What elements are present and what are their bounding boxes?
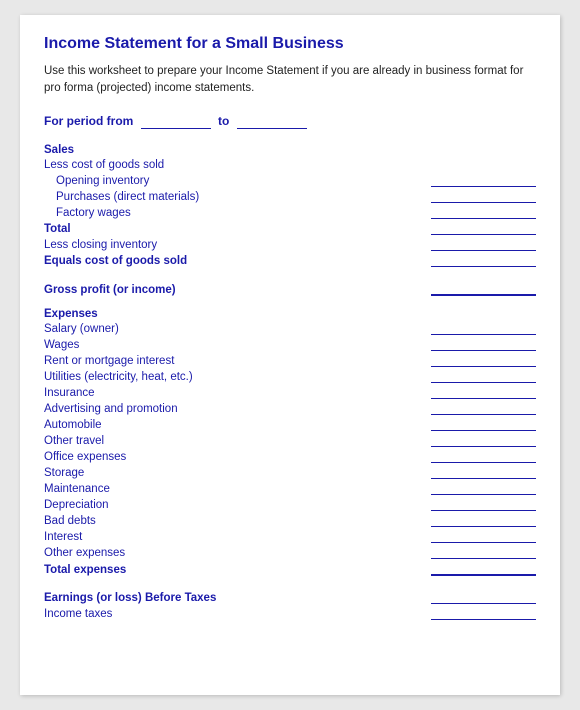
other-expenses-row: Other expenses <box>44 545 536 561</box>
gross-profit-label: Gross profit (or income) <box>44 284 426 296</box>
less-closing-row: Less closing inventory <box>44 237 536 253</box>
period-to-field[interactable] <box>237 114 307 129</box>
depreciation-label: Depreciation <box>44 499 426 511</box>
description: Use this worksheet to prepare your Incom… <box>44 63 536 98</box>
equals-cost-field[interactable] <box>431 254 536 267</box>
salary-label: Salary (owner) <box>44 323 426 335</box>
period-to-label: to <box>218 114 229 128</box>
period-from-label: For period from <box>44 114 133 128</box>
insurance-row: Insurance <box>44 385 536 401</box>
expenses-header: Expenses <box>44 306 536 321</box>
other-travel-row: Other travel <box>44 433 536 449</box>
interest-label: Interest <box>44 531 426 543</box>
storage-label: Storage <box>44 467 426 479</box>
expenses-section: Salary (owner) Wages Rent or mortgage in… <box>44 321 536 578</box>
earnings-label: Earnings (or loss) Before Taxes <box>44 592 426 604</box>
purchases-row: Purchases (direct materials) <box>44 189 536 205</box>
purchases-field[interactable] <box>431 190 536 203</box>
sales-row: Sales <box>44 143 536 158</box>
advertising-row: Advertising and promotion <box>44 401 536 417</box>
page-title: Income Statement for a Small Business <box>44 35 536 53</box>
period-row: For period from to <box>44 114 536 129</box>
wages-field[interactable] <box>431 338 536 351</box>
depreciation-field[interactable] <box>431 498 536 511</box>
insurance-label: Insurance <box>44 387 426 399</box>
depreciation-row: Depreciation <box>44 497 536 513</box>
equals-cost-row: Equals cost of goods sold <box>44 253 536 269</box>
insurance-field[interactable] <box>431 386 536 399</box>
bad-debts-label: Bad debts <box>44 515 426 527</box>
advertising-label: Advertising and promotion <box>44 403 426 415</box>
total-field[interactable] <box>431 222 536 235</box>
maintenance-field[interactable] <box>431 482 536 495</box>
rent-label: Rent or mortgage interest <box>44 355 426 367</box>
storage-row: Storage <box>44 465 536 481</box>
other-expenses-label: Other expenses <box>44 547 426 559</box>
interest-row: Interest <box>44 529 536 545</box>
less-cost-row: Less cost of goods sold <box>44 158 536 173</box>
sales-section: Sales Less cost of goods sold Opening in… <box>44 143 536 269</box>
utilities-field[interactable] <box>431 370 536 383</box>
other-travel-label: Other travel <box>44 435 426 447</box>
maintenance-label: Maintenance <box>44 483 426 495</box>
interest-field[interactable] <box>431 530 536 543</box>
earnings-field[interactable] <box>431 591 536 604</box>
total-expenses-label: Total expenses <box>44 564 426 576</box>
salary-field[interactable] <box>431 322 536 335</box>
less-cost-label: Less cost of goods sold <box>44 159 426 171</box>
office-expenses-field[interactable] <box>431 450 536 463</box>
less-closing-field[interactable] <box>431 238 536 251</box>
office-expenses-label: Office expenses <box>44 451 426 463</box>
total-expenses-row: Total expenses <box>44 561 536 578</box>
utilities-row: Utilities (electricity, heat, etc.) <box>44 369 536 385</box>
office-expenses-row: Office expenses <box>44 449 536 465</box>
total-expenses-field[interactable] <box>431 562 536 576</box>
salary-row: Salary (owner) <box>44 321 536 337</box>
period-from-field[interactable] <box>141 114 211 129</box>
less-closing-label: Less closing inventory <box>44 239 426 251</box>
other-travel-field[interactable] <box>431 434 536 447</box>
earnings-row: Earnings (or loss) Before Taxes <box>44 590 536 606</box>
automobile-row: Automobile <box>44 417 536 433</box>
wages-row: Wages <box>44 337 536 353</box>
total-row: Total <box>44 221 536 237</box>
bad-debts-field[interactable] <box>431 514 536 527</box>
page: Income Statement for a Small Business Us… <box>20 15 560 695</box>
total-label: Total <box>44 223 426 235</box>
advertising-field[interactable] <box>431 402 536 415</box>
purchases-label: Purchases (direct materials) <box>44 191 426 203</box>
automobile-label: Automobile <box>44 419 426 431</box>
rent-row: Rent or mortgage interest <box>44 353 536 369</box>
other-expenses-field[interactable] <box>431 546 536 559</box>
factory-wages-row: Factory wages <box>44 205 536 221</box>
income-taxes-row: Income taxes <box>44 606 536 622</box>
sales-label: Sales <box>44 144 426 156</box>
wages-label: Wages <box>44 339 426 351</box>
factory-wages-field[interactable] <box>431 206 536 219</box>
gross-profit-field[interactable] <box>431 282 536 296</box>
utilities-label: Utilities (electricity, heat, etc.) <box>44 371 426 383</box>
opening-inventory-label: Opening inventory <box>44 175 426 187</box>
opening-inventory-row: Opening inventory <box>44 173 536 189</box>
gross-profit-row: Gross profit (or income) <box>44 281 536 298</box>
bad-debts-row: Bad debts <box>44 513 536 529</box>
storage-field[interactable] <box>431 466 536 479</box>
factory-wages-label: Factory wages <box>44 207 426 219</box>
income-taxes-label: Income taxes <box>44 608 426 620</box>
maintenance-row: Maintenance <box>44 481 536 497</box>
equals-cost-label: Equals cost of goods sold <box>44 255 426 267</box>
income-taxes-field[interactable] <box>431 607 536 620</box>
automobile-field[interactable] <box>431 418 536 431</box>
rent-field[interactable] <box>431 354 536 367</box>
opening-inventory-field[interactable] <box>431 174 536 187</box>
